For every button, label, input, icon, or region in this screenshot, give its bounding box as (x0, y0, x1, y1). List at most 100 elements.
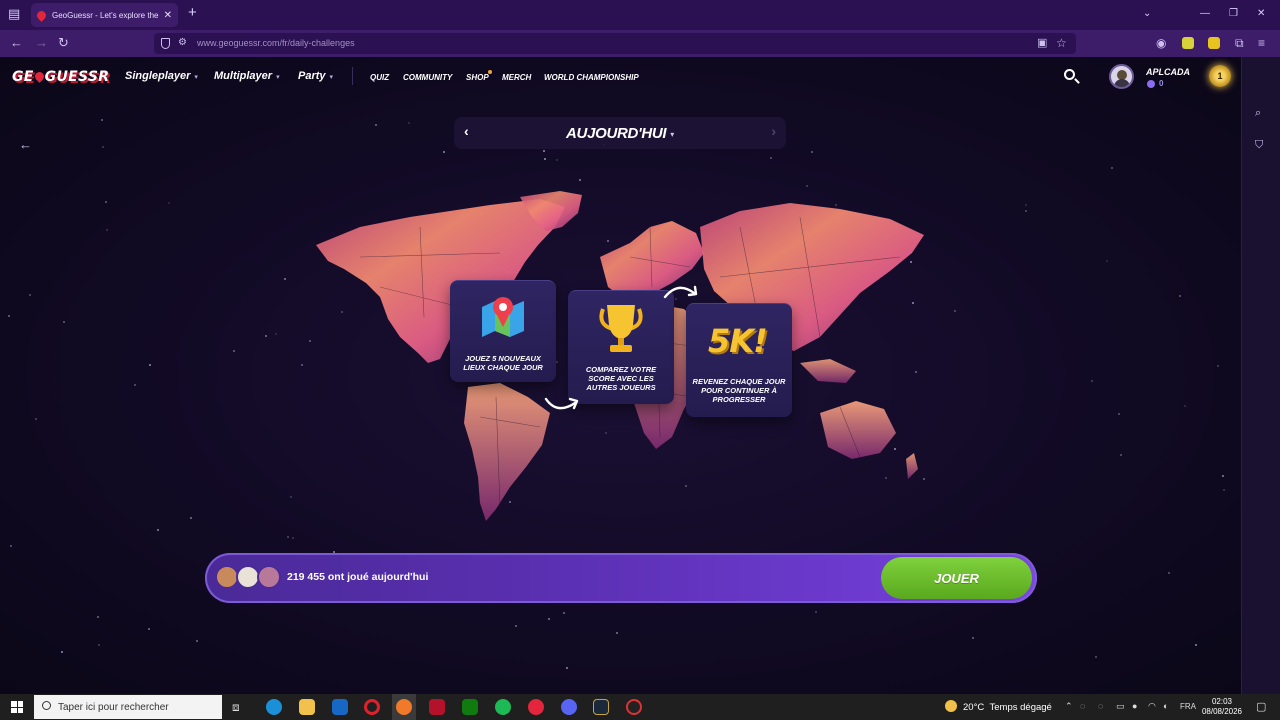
nav-world-championship[interactable]: WORLD CHAMPIONSHIP (544, 73, 639, 82)
chevron-down-icon: ▾ (670, 129, 674, 139)
site-permissions-icon[interactable]: ⚙ (178, 37, 187, 48)
back-arrow-icon[interactable]: ← (19, 137, 32, 152)
star (1222, 475, 1224, 477)
edge-icon[interactable] (266, 699, 282, 715)
bookmark-star-icon[interactable]: ☆ (1056, 36, 1067, 50)
app-icon[interactable] (528, 699, 544, 715)
nav-party[interactable]: Party ▾ (298, 70, 333, 82)
curved-arrow-icon (544, 397, 579, 410)
tray-icon[interactable]: ▭ (1116, 701, 1125, 712)
menu-icon[interactable]: ≡ (1258, 36, 1265, 50)
day-dropdown[interactable]: AUJOURD'HUI ▾ (454, 125, 786, 142)
account-icon[interactable]: ◉ (1156, 36, 1166, 50)
nav-merch[interactable]: MERCH (502, 73, 531, 82)
nav-label: Multiplayer (214, 70, 273, 82)
star (375, 124, 377, 126)
outlook-icon[interactable] (332, 699, 348, 715)
notifications-icon[interactable]: ▢ (1256, 700, 1266, 713)
tab-title: GeoGuessr - Let's explore the w (52, 10, 160, 20)
minimize-icon[interactable]: — (1200, 8, 1210, 19)
temperature: 20°C (963, 702, 985, 713)
tab-overflow-icon[interactable]: ⌄ (1143, 8, 1151, 19)
file-explorer-icon[interactable] (299, 699, 315, 715)
next-day-icon[interactable]: › (771, 123, 776, 139)
windows-start-icon[interactable] (11, 701, 23, 713)
star (29, 294, 31, 296)
app-icon[interactable] (429, 699, 445, 715)
player-avatars (215, 565, 285, 591)
nav-quiz[interactable]: QUIZ (370, 73, 389, 82)
restore-icon[interactable]: ❐ (1229, 8, 1238, 19)
language-indicator[interactable]: FRA (1180, 702, 1196, 711)
play-button[interactable]: JOUER (881, 557, 1032, 599)
new-tab-button[interactable]: + (188, 5, 197, 20)
url-text[interactable]: www.geoguessr.com/fr/daily-challenges (197, 38, 355, 48)
search-icon[interactable] (1064, 69, 1075, 80)
shop-notification-dot (488, 70, 492, 74)
star (101, 119, 103, 121)
username[interactable]: APLCADA (1146, 67, 1190, 77)
discord-icon[interactable] (561, 699, 577, 715)
star (1217, 365, 1219, 367)
geoguessr-logo[interactable]: GE GUESSR (12, 69, 109, 85)
back-icon[interactable]: ← (10, 36, 23, 50)
close-window-icon[interactable]: ✕ (1257, 8, 1265, 19)
windows-taskbar: Taper ici pour rechercher ⧈ 20°C Temps d… (0, 694, 1280, 720)
microphone-icon[interactable]: ● (1132, 701, 1137, 711)
address-bar[interactable]: ⚙ www.geoguessr.com/fr/daily-challenges … (154, 33, 1076, 54)
spotify-icon[interactable] (495, 699, 511, 715)
card-text: COMPAREZ VOTRE SCORE AVEC LES AUTRES JOU… (585, 365, 657, 392)
tracking-shield-icon[interactable] (161, 38, 170, 49)
star (98, 644, 100, 646)
chevron-down-icon: ▾ (276, 74, 280, 81)
star (1120, 454, 1122, 456)
game-launcher-icon[interactable] (593, 699, 609, 715)
nav-community[interactable]: COMMUNITY (403, 73, 452, 82)
star (196, 640, 198, 642)
tray-icon[interactable]: ◌ (1080, 701, 1085, 711)
task-view-icon[interactable]: ⧈ (232, 700, 248, 716)
star (106, 229, 108, 231)
tab-list-icon[interactable]: ▤ (8, 7, 20, 21)
star (1179, 295, 1181, 297)
tab-close-icon[interactable]: ✕ (164, 10, 172, 21)
forward-icon[interactable]: → (35, 36, 48, 50)
browser-tab[interactable]: GeoGuessr - Let's explore the w ✕ (31, 3, 178, 27)
network-icon[interactable]: ◠ (1148, 701, 1156, 712)
nav-shop[interactable]: SHOP (466, 73, 489, 82)
star (1106, 260, 1108, 262)
nav-multiplayer[interactable]: Multiplayer ▾ (214, 70, 280, 82)
site-header: GE GUESSR Singleplayer ▾ Multiplayer ▾ Part… (0, 57, 1241, 97)
star (815, 611, 817, 613)
sidebar-shield-icon[interactable]: ⛉ (1255, 139, 1263, 152)
star (1025, 204, 1027, 206)
firefox-icon[interactable] (396, 699, 412, 715)
system-clock[interactable]: 02:03 08/08/2026 (1200, 697, 1244, 717)
volume-icon[interactable]: ◐ (1163, 701, 1168, 711)
opera-icon[interactable] (364, 699, 380, 715)
star (265, 335, 267, 337)
sidebar-search-icon[interactable]: ⌕ (1255, 107, 1261, 120)
weather-text[interactable]: 20°C Temps dégagé (963, 702, 1052, 713)
weather-sun-icon[interactable] (945, 700, 957, 712)
extension-icon[interactable] (1182, 37, 1194, 49)
coin-icon (1147, 79, 1155, 88)
app-icon[interactable] (626, 699, 642, 715)
reader-view-icon[interactable]: ▣ (1037, 36, 1047, 50)
star (616, 632, 618, 634)
star (63, 321, 65, 323)
level-badge[interactable]: 1 (1209, 65, 1231, 87)
star (168, 202, 170, 204)
star (10, 545, 12, 547)
new-zealand-shape (906, 453, 918, 479)
star (556, 159, 558, 161)
extensions-icon[interactable]: ⧉ (1235, 36, 1244, 50)
nav-singleplayer[interactable]: Singleplayer ▾ (125, 70, 198, 82)
xbox-icon[interactable] (462, 699, 478, 715)
tray-chevron-icon[interactable]: ⌃ (1065, 701, 1073, 712)
extension-icon[interactable] (1208, 37, 1220, 49)
taskbar-search[interactable]: Taper ici pour rechercher (34, 695, 222, 719)
avatar[interactable] (1109, 64, 1134, 89)
reload-icon[interactable]: ↻ (58, 36, 69, 50)
tray-icon[interactable]: ◌ (1098, 701, 1103, 711)
